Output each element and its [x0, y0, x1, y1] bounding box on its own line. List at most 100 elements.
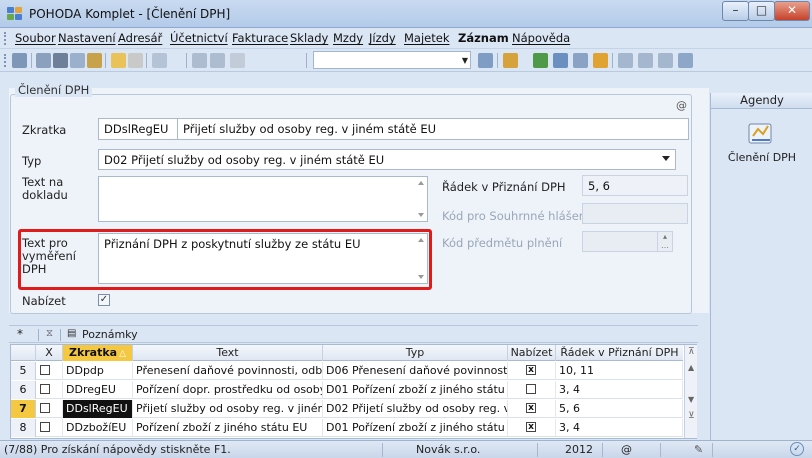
kod-predmetu-picker-icon[interactable]: ▴… [657, 231, 673, 252]
row-x-checkbox[interactable] [36, 400, 63, 418]
window-list-icon[interactable] [638, 53, 653, 68]
split-view-icon[interactable] [12, 53, 27, 68]
records-grid: X Zkratka △ Text Typ Nabízet Řádek v Přiz… [10, 344, 697, 439]
menu-zaznam[interactable]: Záznam [458, 31, 509, 45]
grid-scrollbar[interactable]: ⊼ ▲ ▼ ⊻ [684, 345, 697, 438]
edit-record-icon[interactable] [128, 53, 143, 68]
menu-fakturace[interactable]: Fakturace [232, 31, 288, 45]
row-text: Pořízení dopr. prostředku od osoby r [133, 381, 323, 399]
table-row[interactable]: 6 DDregEU Pořízení dopr. prostředku od oso… [11, 381, 683, 399]
reports-icon[interactable] [87, 53, 102, 68]
users-icon[interactable] [593, 53, 608, 68]
menu-jizdy[interactable]: Jízdy [369, 31, 396, 45]
print-icon[interactable] [53, 53, 68, 68]
menu-majetek[interactable]: Majetek [404, 31, 449, 45]
header-x[interactable]: X [36, 345, 63, 361]
row-radek: 3, 4 [556, 381, 683, 399]
row-x-checkbox-box[interactable] [40, 422, 50, 432]
row-nabizet-checkbox-box[interactable]: x [526, 365, 536, 375]
folder-icon[interactable] [503, 53, 518, 68]
row-text: Pořízení zboží z jiného státu EU [133, 419, 323, 437]
row-nabizet-checkbox-box[interactable] [526, 384, 536, 394]
minimize-button[interactable]: – [722, 1, 749, 21]
header-nabizet[interactable]: Nabízet [508, 345, 556, 361]
calculator-icon[interactable] [553, 53, 568, 68]
header-radek[interactable]: Řádek v Přiznání DPH [556, 345, 683, 361]
menu-mzdy[interactable]: Mzdy [333, 31, 363, 45]
save-all-icon[interactable] [210, 53, 225, 68]
star-icon[interactable]: * [17, 327, 23, 341]
table-row[interactable]: 8 DDzbožíEU Pořízení zboží z jiného státu … [11, 419, 683, 437]
row-x-checkbox-box[interactable] [40, 403, 50, 413]
toolbar-separator [31, 53, 32, 68]
zkratka-name-field[interactable]: Přijetí služby od osoby reg. v jiném stá… [177, 118, 689, 140]
row-x-checkbox-box[interactable] [40, 365, 50, 375]
quick-search-combo[interactable]: ▼ [313, 51, 471, 69]
close-button[interactable]: ✕ [774, 1, 810, 21]
table-row[interactable]: 7 DDslRegEU Přijetí služby od osoby reg. v… [11, 400, 683, 418]
window-icon[interactable] [618, 53, 633, 68]
text-dokladu-field[interactable] [98, 176, 428, 222]
menu-adresar[interactable]: Adresář [118, 31, 162, 45]
zkratka-code-field[interactable]: DDslRegEU [98, 118, 178, 140]
scroll-down-icon[interactable]: ▼ [688, 395, 694, 404]
pen-icon[interactable]: ✎ [694, 443, 703, 456]
row-nabizet-checkbox[interactable]: x [508, 419, 556, 437]
back-arrow-icon[interactable] [152, 53, 167, 68]
scroll-bottom-icon[interactable]: ⊻ [688, 411, 695, 421]
new-record-icon[interactable] [111, 53, 126, 68]
menu-soubor[interactable]: Soubor [15, 31, 56, 45]
text-dokladu-scrollbar[interactable] [414, 177, 428, 221]
row-x-checkbox[interactable] [36, 419, 63, 437]
header-typ[interactable]: Typ [323, 345, 508, 361]
panel-icon[interactable] [658, 53, 673, 68]
nabizet-checkbox[interactable]: ✓ [98, 294, 110, 306]
tab-poznamky[interactable]: Poznámky [82, 328, 138, 341]
filter-icon[interactable]: ⧖ [46, 328, 53, 339]
menu-ucetnictvi[interactable]: Účetnictví [170, 31, 228, 45]
row-typ: D06 Přenesení daňové povinnosti, [323, 362, 508, 380]
save-icon[interactable] [192, 53, 207, 68]
kod-souhrnne-field[interactable] [582, 203, 688, 224]
copy-icon[interactable] [230, 53, 245, 68]
row-nabizet-checkbox-box[interactable]: x [526, 403, 536, 413]
typ-select[interactable]: D02 Přijetí služby od osoby reg. v jiném… [98, 149, 676, 170]
menu-sklady[interactable]: Sklady [290, 31, 328, 45]
menu-napoveda[interactable]: Nápověda [512, 31, 570, 45]
document-icon[interactable] [573, 53, 588, 68]
cleneni-dph-icon[interactable] [746, 120, 776, 146]
row-zkratka: DDpdp [63, 362, 133, 380]
row-nabizet-checkbox[interactable] [508, 381, 556, 399]
row-number: 7 [11, 400, 36, 418]
header-text[interactable]: Text [133, 345, 323, 361]
row-nabizet-checkbox-box[interactable]: x [526, 422, 536, 432]
help-icon[interactable] [678, 53, 693, 68]
toolbar-separator [186, 53, 187, 68]
row-typ: D01 Pořízení zboží z jiného státu EU [323, 419, 508, 437]
grid-toolbar-separator [60, 329, 61, 341]
properties-icon[interactable] [36, 53, 51, 68]
scroll-up-icon[interactable]: ▲ [688, 363, 694, 372]
grid-toolbar: * ⧖ ▤ Poznámky [9, 325, 698, 343]
row-x-checkbox[interactable] [36, 362, 63, 380]
status-ok-icon[interactable]: ✓ [790, 442, 804, 456]
header-zkratka[interactable]: Zkratka △ [63, 345, 133, 361]
row-nabizet-checkbox[interactable]: x [508, 400, 556, 418]
maximize-button[interactable]: □ [748, 1, 775, 21]
radek-field[interactable]: 5, 6 [582, 175, 688, 196]
accounting-icon[interactable] [533, 53, 548, 68]
row-x-checkbox-box[interactable] [40, 384, 50, 394]
notes-icon: ▤ [67, 328, 77, 339]
row-x-checkbox[interactable] [36, 381, 63, 399]
scroll-top-icon[interactable]: ⊼ [688, 347, 695, 357]
status-separator [602, 443, 603, 457]
agendy-item-cleneni-dph[interactable]: Členění DPH [711, 151, 812, 164]
row-nabizet-checkbox[interactable]: x [508, 362, 556, 380]
status-bar: (7/88) Pro získání nápovědy stiskněte F1… [0, 440, 812, 458]
print-preview-icon[interactable] [70, 53, 85, 68]
menu-nastaveni[interactable]: Nastavení [58, 31, 116, 45]
filter-icon[interactable] [478, 53, 493, 68]
toolbar-grip-icon [4, 54, 7, 67]
status-hint: (7/88) Pro získání nápovědy stiskněte F1… [4, 443, 231, 456]
table-row[interactable]: 5 DDpdp Přenesení daňové povinnosti, odběr… [11, 362, 683, 380]
